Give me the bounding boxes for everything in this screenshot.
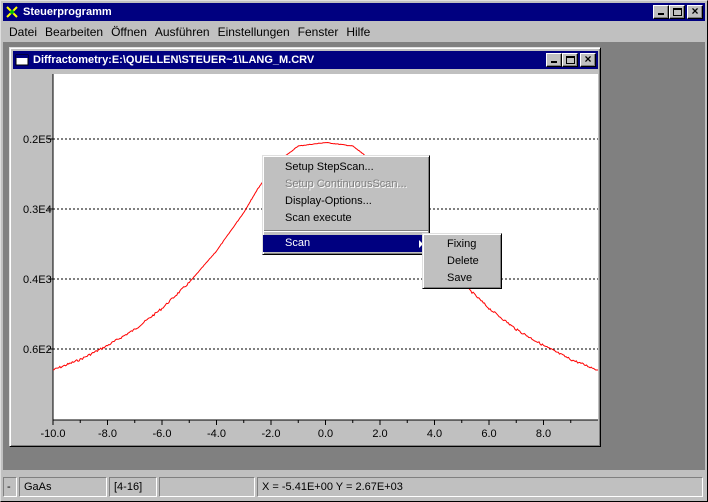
child-minimize-button[interactable] [546, 53, 562, 67]
child-window-icon[interactable] [15, 53, 29, 67]
x-tick-label: -8.0 [98, 428, 117, 440]
x-tick-label: 0.0 [318, 428, 333, 440]
child-title: Diffractometry:E:\QUELLEN\STEUER~1\LANG_… [33, 54, 315, 66]
x-tick-label: 2.0 [372, 428, 387, 440]
menu-bearbeiten[interactable]: Bearbeiten [41, 25, 107, 39]
menu-separator [264, 230, 428, 232]
mdi-area-right [601, 42, 705, 470]
menu-ausfuehren[interactable]: Ausführen [151, 25, 214, 39]
app-titlebar[interactable]: Steuerprogramm × [3, 3, 705, 21]
close-icon: × [584, 52, 592, 66]
menu-einstellungen[interactable]: Einstellungen [214, 25, 294, 39]
scan-submenu: Fixing Delete Save [422, 233, 502, 289]
status-bar: - GaAs [4-16] X = -5.41E+00 Y = 2.67E+03 [3, 475, 705, 499]
child-titlebar[interactable]: Diffractometry:E:\QUELLEN\STEUER~1\LANG_… [13, 51, 598, 69]
plot-area[interactable]: 0.2E5 0.3E4 0.4E3 0.6E2 -10.0 -8.0 -6.0 -4.0 -2.… [13, 70, 598, 444]
x-tick-label: 4.0 [427, 428, 442, 440]
close-button[interactable]: × [687, 4, 703, 19]
menu-setup-continuousscan[interactable]: Setup ContinuousScan... [263, 176, 429, 193]
x-tick-label: -10.0 [40, 428, 65, 440]
submenu-delete[interactable]: Delete [423, 253, 501, 270]
close-icon: × [691, 4, 699, 18]
menu-display-options[interactable]: Display-Options... [263, 193, 429, 210]
menu-setup-stepscan[interactable]: Setup StepScan... [263, 159, 429, 176]
maximize-icon [673, 8, 682, 16]
context-menu: Setup StepScan... Setup ContinuousScan..… [262, 155, 430, 255]
y-tick-label: 0.3E4 [23, 204, 52, 216]
menu-scan-execute[interactable]: Scan execute [263, 210, 429, 227]
minimize-icon [551, 61, 557, 63]
minimize-button[interactable] [653, 5, 669, 19]
menu-scan-submenu[interactable]: Scan [263, 235, 429, 252]
x-tick-label: -2.0 [262, 428, 281, 440]
maximize-icon [566, 56, 575, 64]
child-close-button[interactable]: × [580, 52, 596, 67]
app-title: Steuerprogramm [23, 6, 112, 18]
menu-oeffnen[interactable]: Öffnen [107, 25, 151, 39]
status-cursor: X = -5.41E+00 Y = 2.67E+03 [257, 477, 703, 497]
diffraction-chart[interactable]: 0.2E5 0.3E4 0.4E3 0.6E2 -10.0 -8.0 -6.0 -4.0 -2.… [13, 70, 598, 444]
status-range: [4-16] [109, 477, 157, 497]
menu-fenster[interactable]: Fenster [294, 25, 343, 39]
menu-scan-label: Scan [285, 237, 311, 249]
submenu-fixing[interactable]: Fixing [423, 236, 501, 253]
x-tick-label: -6.0 [153, 428, 172, 440]
status-empty [159, 477, 255, 497]
submenu-save[interactable]: Save [423, 270, 501, 287]
child-maximize-button[interactable] [562, 53, 578, 67]
menu-hilfe[interactable]: Hilfe [342, 25, 374, 39]
status-material: GaAs [19, 477, 107, 497]
y-tick-label: 0.6E2 [23, 344, 52, 356]
x-tick-label: 6.0 [481, 428, 496, 440]
menu-datei[interactable]: Datei [3, 25, 41, 39]
app-icon[interactable] [5, 5, 19, 19]
x-tick-label: 8.0 [536, 428, 551, 440]
main-window: Steuerprogramm × Datei Bearbeiten Öffnen… [0, 0, 708, 502]
menubar: Datei Bearbeiten Öffnen Ausführen Einste… [3, 22, 705, 42]
x-tick-label: -4.0 [207, 428, 226, 440]
y-tick-label: 0.4E3 [23, 274, 52, 286]
maximize-button[interactable] [669, 5, 685, 19]
y-tick-label: 0.2E5 [23, 134, 52, 146]
minimize-icon [658, 13, 664, 15]
status-indicator: - [3, 477, 17, 497]
